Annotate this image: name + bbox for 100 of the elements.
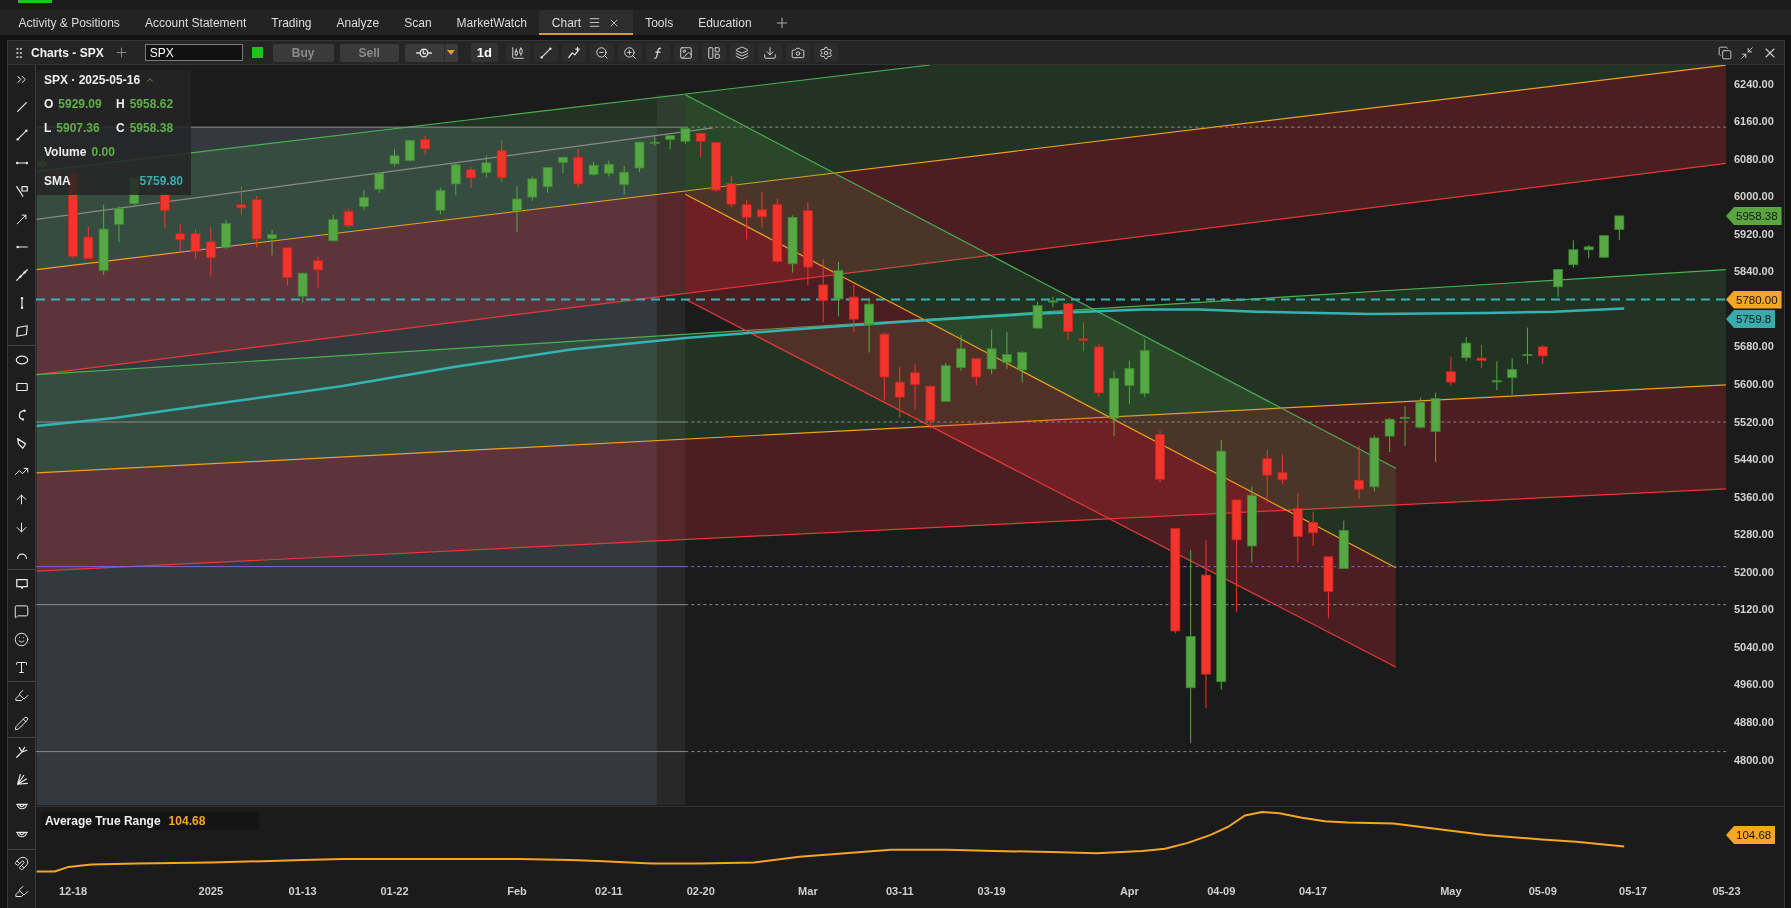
ellipse-icon[interactable] [14, 352, 29, 367]
quote-key: L [44, 121, 52, 135]
line-tool-icon [538, 45, 553, 60]
callout-icon[interactable] [14, 576, 29, 591]
date-label: Apr [1119, 885, 1139, 897]
price-label: 6160.00 [1734, 114, 1774, 129]
caret-icon [447, 50, 456, 55]
line-tool-button[interactable] [533, 43, 558, 62]
line-icon[interactable] [14, 100, 29, 114]
diagonal-arrow-icon[interactable] [14, 211, 29, 227]
nav-tab[interactable]: Activity & Positions [6, 10, 133, 35]
settings-icon [818, 45, 833, 60]
arrow-down-icon[interactable] [14, 519, 29, 535]
date-label: 01-13 [288, 885, 317, 897]
price-label: 6000.00 [1734, 189, 1774, 204]
date-label: Feb [507, 885, 527, 897]
add-chart-icon[interactable] [113, 45, 129, 60]
date-label: 02-11 [595, 885, 623, 897]
nav-tab[interactable]: Tools [632, 10, 686, 35]
swatch-icon[interactable] [251, 47, 263, 58]
date-label: 05-23 [1712, 885, 1741, 897]
collapse-icon[interactable] [1740, 45, 1754, 60]
price-label: 6240.00 [1734, 76, 1774, 91]
fan-icon[interactable] [14, 772, 29, 786]
parallelogram-icon[interactable] [14, 324, 29, 338]
style-dropdown[interactable] [404, 43, 458, 62]
download-button[interactable] [757, 43, 782, 62]
price-label: 5200.00 [1734, 564, 1774, 579]
highlighter-icon[interactable] [14, 883, 29, 899]
price-label: 5280.00 [1734, 527, 1774, 542]
speech-bubble-icon[interactable] [14, 603, 29, 619]
price-badge: 5780.00 [1726, 290, 1782, 309]
nav-tab[interactable]: Account Statement [132, 10, 259, 35]
highlighter-icon[interactable] [14, 688, 29, 703]
date-label: 01-22 [380, 885, 409, 897]
pencil-icon[interactable] [14, 715, 29, 731]
nav-tab[interactable]: Analyze [324, 10, 392, 35]
nav-tab[interactable]: Chart [539, 10, 633, 35]
symbol-field[interactable]: SPX [144, 44, 243, 61]
layout-button[interactable] [701, 43, 726, 62]
date-label: 2025 [198, 885, 224, 897]
volume-label: Volume [44, 145, 87, 159]
date-label: Mar [798, 885, 818, 897]
study-value: 104.68 [168, 814, 206, 828]
price-label: 5680.00 [1734, 339, 1774, 354]
extended-line-icon[interactable] [14, 268, 29, 282]
study-value: 5759.80 [139, 174, 183, 188]
zoom-out-button[interactable] [589, 43, 614, 62]
zoom-in-button[interactable] [617, 43, 642, 62]
indicator-button[interactable] [561, 43, 586, 62]
volume-value: 0.00 [91, 145, 115, 159]
interval-button[interactable]: 1d [470, 43, 498, 62]
text-icon[interactable] [14, 659, 29, 675]
quote-key: C [116, 121, 125, 135]
date-label: 05-17 [1619, 885, 1648, 897]
price-label: 5040.00 [1734, 639, 1774, 654]
chevron-up-icon[interactable] [145, 75, 156, 85]
image-icon [678, 45, 693, 60]
smiley-icon[interactable] [14, 631, 29, 647]
date-label: 03-19 [977, 885, 1006, 897]
layout-icon [706, 45, 721, 60]
studies-button[interactable] [645, 43, 670, 62]
nav-tab[interactable]: Trading [258, 10, 324, 35]
restore-window-icon[interactable] [1718, 45, 1732, 60]
image-button[interactable] [673, 43, 698, 62]
price-label: 5120.00 [1734, 602, 1774, 617]
line-segment-icon[interactable] [14, 128, 29, 142]
quote-value: 5958.62 [129, 97, 174, 111]
zoom-out-icon [594, 45, 609, 60]
candlestick-button[interactable] [505, 43, 530, 62]
price-label: 4880.00 [1734, 715, 1774, 729]
download-icon [762, 45, 777, 60]
layers-button[interactable] [729, 43, 754, 62]
atr-badge: 104.68 [1726, 826, 1776, 844]
camera-icon [790, 45, 805, 60]
pitchfork-icon[interactable] [14, 744, 29, 759]
rectangle-icon[interactable] [14, 380, 29, 394]
magnet-icon[interactable] [14, 856, 29, 871]
price-label: 5520.00 [1734, 414, 1774, 429]
camera-button[interactable] [785, 43, 810, 62]
indicator-bar [18, 0, 52, 3]
study-label: Average True Range [45, 814, 161, 828]
price-label: 4960.00 [1734, 677, 1774, 692]
price-label: 5360.00 [1734, 489, 1774, 504]
settings-button[interactable] [813, 43, 838, 62]
quote-value: 5907.36 [56, 121, 100, 135]
nav-tab[interactable]: MarketWatch [444, 10, 540, 35]
candlestick-icon [510, 45, 525, 60]
angle-tool-icon[interactable] [14, 184, 29, 198]
polygon-icon[interactable] [14, 436, 29, 450]
date-label: 05-09 [1528, 885, 1557, 897]
price-badge: 5759.8 [1726, 310, 1776, 328]
nav-tab[interactable]: Scan [391, 10, 445, 35]
nav-tab[interactable]: Education [685, 10, 765, 35]
price-label: 4800.00 [1734, 752, 1774, 767]
date-label: May [1440, 885, 1462, 897]
chart-title: Charts - SPX [31, 45, 104, 60]
date-label: 03-11 [886, 885, 914, 897]
menu-icon[interactable] [588, 16, 602, 29]
quote-key: O [44, 97, 54, 111]
